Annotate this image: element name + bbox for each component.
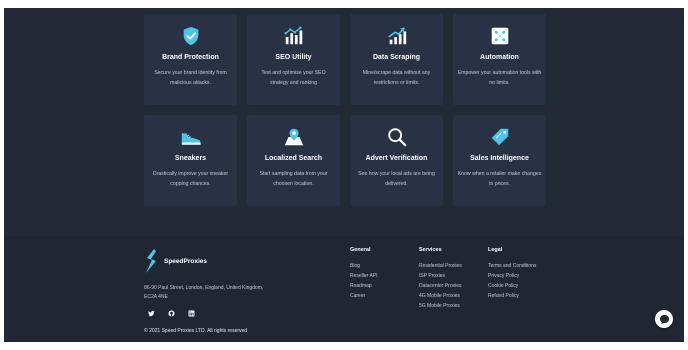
twitter-icon[interactable] [148,310,155,317]
brand-logo[interactable]: SpeedProxies [144,248,207,274]
footer-link-career[interactable]: Career [350,291,378,301]
magnifier-icon [387,128,406,147]
footer-link-cookie-policy[interactable]: Cookie Policy [488,281,536,291]
brand-name: SpeedProxies [164,257,207,265]
footer-link-reseller-api[interactable]: Reseller API [350,271,378,281]
footer-link-terms[interactable]: Terms and Conditions [488,261,536,271]
footer-link-isp-proxies[interactable]: ISP Proxies [419,271,462,281]
sneaker-icon [181,133,201,145]
map-pin-icon [284,128,303,146]
feature-title: Brand Protection [162,54,219,61]
site-footer: SpeedProxies 86-90 Paul Street, London, … [4,236,684,342]
footer-column-services: Services Residential Proxies ISP Proxies… [419,247,462,311]
feature-description: Know when a retailer make changes to pri… [457,171,542,187]
trend-up-icon [387,27,406,45]
footer-link-blog[interactable]: Blog [350,261,378,271]
footer-link-privacy-policy[interactable]: Privacy Policy [488,271,536,281]
feature-description: Empower your automation tools with no li… [457,70,542,86]
footer-column-heading: Services [419,247,442,253]
feature-description: Secure your brand identity from maliciou… [154,70,227,86]
footer-link-roadmap[interactable]: Roadmap [350,281,378,291]
feature-title: Sneakers [174,155,207,162]
footer-column-general: General Blog Reseller API Roadmap Career [350,247,378,301]
copyright-text: © 2021 Speed Proxies LTD. All rights res… [144,328,248,334]
feature-card-data-scraping[interactable]: Data Scraping Mine/scrape data without a… [350,14,443,105]
feature-description: Drastically improve your sneaker copping… [152,171,229,187]
feature-title: SEO Utility [275,54,312,61]
footer-column-legal: Legal Terms and Conditions Privacy Polic… [488,247,536,301]
feature-title: Sales Intelligence [470,155,529,162]
feature-title: Localized Search [264,155,323,162]
github-icon[interactable] [168,310,175,317]
feature-card-sneakers[interactable]: Sneakers Drastically improve your sneake… [144,115,237,206]
feature-description: See how your local ads are being deliver… [358,171,435,187]
feature-card-brand-protection[interactable]: Brand Protection Secure your brand ident… [144,14,237,105]
footer-link-residential-proxies[interactable]: Residential Proxies [419,261,462,271]
page-frame: Brand Protection Secure your brand ident… [4,8,684,342]
feature-card-seo-utility[interactable]: SEO Utility Test and optimise your SEO s… [247,14,340,105]
feature-card-sales-intelligence[interactable]: Sales Intelligence Know when a retailer … [453,115,546,206]
social-links [148,310,195,317]
footer-link-5g-mobile-proxies[interactable]: 5G Mobile Proxies [419,301,462,311]
feature-title: Automation [480,54,519,61]
speedproxies-logo-icon [146,249,156,273]
footer-link-datacenter-proxies[interactable]: Datacenter Proxies [419,281,462,291]
footer-column-heading: Legal [488,247,503,253]
price-tag-icon [491,128,508,146]
feature-card-advert-verification[interactable]: Advert Verification See how your local a… [350,115,443,206]
feature-card-localized-search[interactable]: Localized Search Start sampling data fro… [247,115,340,206]
chat-widget-button[interactable] [655,310,673,328]
bar-chart-icon [284,26,302,45]
linkedin-icon[interactable] [188,310,195,317]
features-grid: Brand Protection Secure your brand ident… [144,14,552,206]
footer-link-4g-mobile-proxies[interactable]: 4G Mobile Proxies [419,291,462,301]
feature-description: Mine/scrape data without any restriction… [362,70,431,86]
feature-title: Advert Verification [365,155,428,162]
footer-column-heading: General [350,247,371,253]
company-address: 86-90 Paul Street, London, England, Unit… [144,285,264,300]
feature-title: Data Scraping [372,54,421,61]
feature-card-automation[interactable]: Automation Empower your automation tools… [453,14,546,105]
chat-bubble-icon [659,314,669,324]
footer-link-refund-policy[interactable]: Refund Policy [488,291,536,301]
feature-description: Start sampling data from your choosen lo… [259,171,328,187]
automation-icon [491,27,508,45]
feature-description: Test and optimise your SEO strategy and … [261,70,326,86]
shield-check-icon [183,26,198,46]
